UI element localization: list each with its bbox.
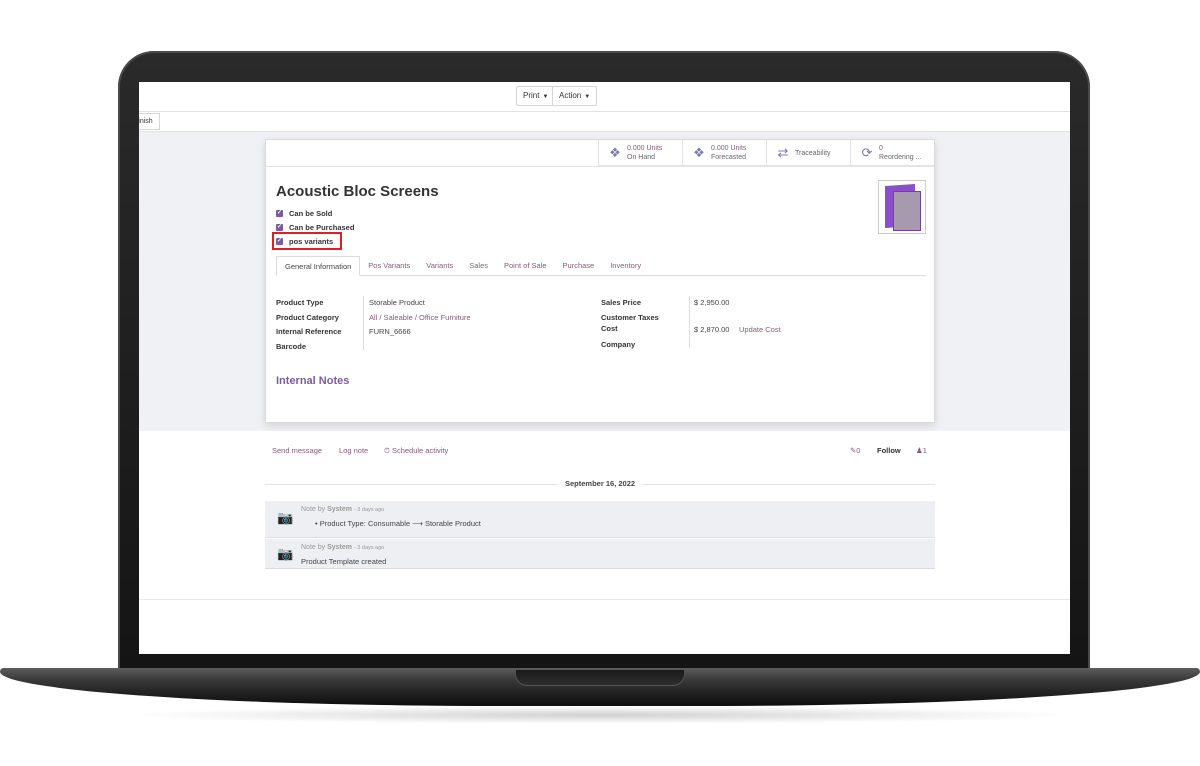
user-icon: ♟: [916, 446, 923, 455]
on-hand-label: On Hand: [627, 154, 656, 161]
cubes-icon: ❖: [609, 145, 621, 160]
divider: [266, 166, 936, 167]
message-text: Product Type: Consumable ⟶ Storable Prod…: [319, 519, 481, 528]
date-separator-label: September 16, 2022: [557, 479, 644, 488]
message-prefix: Note by: [301, 544, 326, 551]
message-author[interactable]: System: [327, 506, 352, 513]
schedule-activity-label: Schedule activity: [391, 446, 449, 455]
product-type-value[interactable]: Storable Product: [369, 298, 425, 307]
field-separator: [689, 296, 690, 348]
cost-label: Cost: [601, 324, 618, 333]
message-item: 📷 Note by System - 3 days ago • Product …: [265, 501, 935, 538]
divider: [139, 599, 1070, 600]
follow-button[interactable]: Follow: [877, 446, 901, 455]
action-label: Action: [559, 91, 582, 100]
chatter: Send message Log note ⏱ Schedule activit…: [139, 431, 1070, 599]
print-button[interactable]: Print ▼: [516, 86, 556, 106]
status-bar: Finish: [139, 112, 1070, 132]
followers-count: 1: [922, 446, 927, 455]
smart-buttons: ❖ 0.000 Units On Hand ❖ 0.000 Units Foreca…: [598, 140, 934, 166]
print-label: Print: [523, 91, 540, 100]
product-title[interactable]: Acoustic Bloc Screens: [276, 183, 439, 200]
can-be-purchased-row: ✓ Can be Purchased: [276, 223, 354, 232]
tab-inventory[interactable]: Inventory: [602, 256, 649, 275]
product-type-label: Product Type: [276, 298, 324, 307]
log-note-button[interactable]: Log note: [339, 446, 368, 455]
internal-notes-heading: Internal Notes: [276, 375, 350, 387]
clock-icon: ⏱: [384, 446, 390, 455]
message-item: 📷 Note by System - 3 days ago Product Te…: [265, 539, 935, 569]
sales-price-label: Sales Price: [601, 298, 642, 307]
message-date: - 3 days ago: [353, 507, 385, 513]
camera-icon: 📷: [277, 510, 294, 525]
internal-reference-label: Internal Reference: [276, 327, 342, 336]
customer-taxes-label: Customer Taxes: [601, 313, 659, 322]
finish-button[interactable]: Finish: [139, 113, 160, 130]
caret-down-icon: ▼: [542, 94, 549, 100]
laptop-shadow: [120, 706, 1080, 724]
control-panel: Print ▼ Action ▼: [139, 82, 1070, 112]
on-hand-button[interactable]: ❖ 0.000 Units On Hand: [598, 140, 682, 166]
notebook-tabs: General Information Pos Variants Variant…: [276, 256, 926, 276]
message-date: - 3 days ago: [353, 545, 385, 551]
screen: Print▼ Action▼ Finish ❖ 0.000 UnitsOn Ha…: [139, 82, 1070, 654]
message-author[interactable]: System: [327, 544, 352, 551]
internal-reference-value[interactable]: FURN_6666: [369, 327, 411, 336]
traceability-label: Traceability: [795, 149, 831, 157]
forecasted-qty: 0.000 Units: [711, 145, 747, 152]
tab-general-information[interactable]: General Information: [276, 256, 361, 276]
can-be-sold-label: Can be Sold: [289, 209, 333, 218]
tab-purchase[interactable]: Purchase: [555, 256, 603, 275]
can-be-sold-checkbox[interactable]: ✓: [276, 210, 283, 217]
form-sheet: ❖ 0.000 Units On Hand ❖ 0.000 Units Foreca…: [265, 139, 936, 423]
send-message-button[interactable]: Send message: [272, 446, 322, 455]
cubes-icon: ❖: [693, 145, 705, 160]
can-be-purchased-label: Can be Purchased: [289, 223, 355, 232]
sales-price-value[interactable]: $ 2,950.00: [694, 298, 729, 307]
tab-sales[interactable]: Sales: [461, 256, 496, 275]
forecasted-label: Forecasted: [711, 154, 747, 161]
schedule-activity-button[interactable]: ⏱ Schedule activity: [384, 446, 448, 456]
tab-pos-variants[interactable]: Pos Variants: [360, 256, 418, 275]
update-cost-link[interactable]: Update Cost: [739, 325, 781, 334]
product-image[interactable]: [878, 180, 926, 234]
message-body: Product Template created: [301, 557, 387, 566]
arrows-exchange-icon: ⇄: [777, 145, 789, 160]
reordering-count: 0: [879, 145, 883, 152]
tab-point-of-sale[interactable]: Point of Sale: [496, 256, 555, 275]
message-body: • Product Type: Consumable ⟶ Storable Pr…: [315, 519, 481, 528]
product-image-front-panel: [893, 191, 921, 231]
message-header: Note by System - 3 days ago: [301, 544, 384, 551]
action-button[interactable]: Action ▼: [552, 86, 598, 106]
message-prefix: Note by: [301, 506, 326, 513]
on-hand-qty: 0.000 Units: [627, 145, 663, 152]
reordering-button[interactable]: ⟳ 0 Reordering ...: [850, 140, 934, 166]
barcode-label: Barcode: [276, 342, 307, 351]
traceability-button[interactable]: ⇄ Traceability: [766, 140, 850, 166]
caret-down-icon: ▼: [584, 94, 591, 100]
company-label: Company: [601, 340, 636, 349]
can-be-purchased-checkbox[interactable]: ✓: [276, 224, 283, 231]
refresh-icon: ⟳: [861, 145, 873, 160]
attachments-count: 0: [856, 446, 861, 455]
highlight-annotation: [272, 232, 342, 250]
message-header: Note by System - 3 days ago: [301, 506, 384, 513]
camera-icon: 📷: [277, 546, 294, 561]
followers-button[interactable]: ♟1: [916, 446, 927, 455]
page-footer-area: [139, 599, 1070, 654]
field-separator: [363, 296, 364, 350]
product-category-value[interactable]: All / Saleable / Office Furniture: [369, 313, 471, 322]
laptop-notch: [515, 670, 685, 686]
product-category-label: Product Category: [276, 313, 339, 322]
forecasted-button[interactable]: ❖ 0.000 Units Forecasted: [682, 140, 766, 166]
reordering-label: Reordering ...: [879, 154, 922, 161]
tab-variants[interactable]: Variants: [418, 256, 461, 275]
cost-value[interactable]: $ 2,870.00: [694, 325, 729, 334]
attachments-button[interactable]: ✎0: [850, 446, 860, 455]
can-be-sold-row: ✓ Can be Sold: [276, 209, 332, 218]
